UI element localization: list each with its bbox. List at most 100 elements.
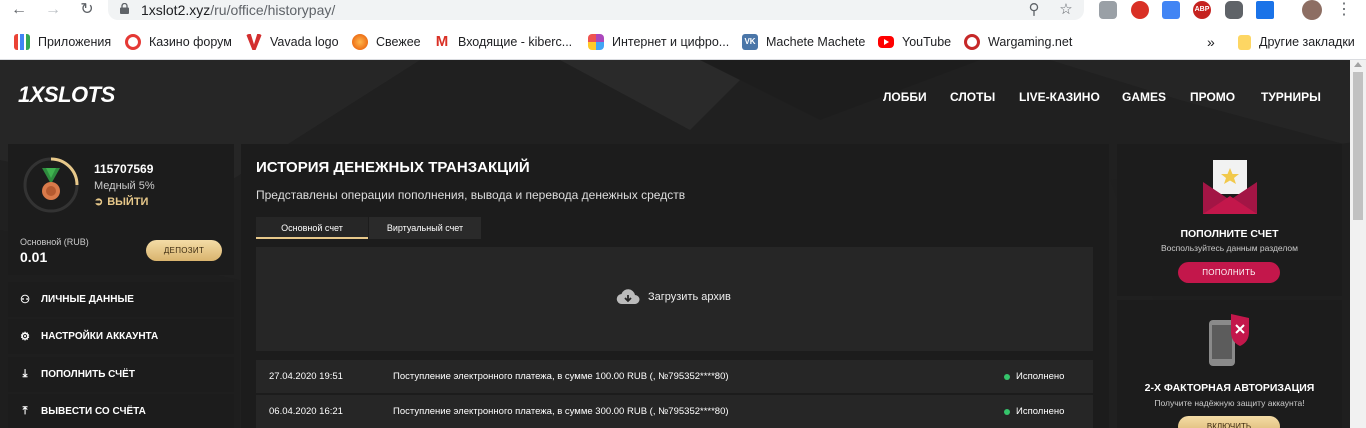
upload-icon: ⤒ bbox=[22, 405, 28, 417]
tx-status: Исполнено bbox=[1004, 371, 1064, 382]
svezhee-icon bbox=[352, 34, 368, 50]
cloud-download-icon bbox=[616, 289, 640, 305]
user-level: Медный 5% bbox=[94, 180, 155, 192]
vk-icon: VK bbox=[742, 34, 758, 50]
bookmark-casino-forum[interactable]: Казино форум bbox=[125, 33, 232, 51]
vavada-icon bbox=[246, 34, 262, 50]
reload-icon[interactable]: ↻ bbox=[76, 0, 98, 20]
status-dot-icon bbox=[1004, 373, 1010, 380]
logout-label: ВЫЙТИ bbox=[107, 195, 149, 208]
topup-subtitle: Воспользуйтесь данным разделом bbox=[1160, 243, 1299, 253]
puzzle-icon bbox=[588, 34, 604, 50]
twofa-subtitle: Получите надёжную защиту аккаунта! bbox=[1154, 398, 1305, 408]
menu-withdraw[interactable]: ⤒ ВЫВЕСТИ СО СЧЁТА bbox=[8, 394, 234, 428]
bookmark-label: Свежее bbox=[376, 35, 421, 49]
bookmark-label: Другие закладки bbox=[1259, 35, 1355, 49]
table-row: 27.04.2020 19:51 Поступление электронног… bbox=[256, 360, 1093, 393]
download-archive-button[interactable]: Загрузить архив bbox=[616, 288, 731, 306]
topup-button[interactable]: ПОПОЛНИТЬ bbox=[1178, 262, 1280, 283]
bookmark-label: Vavada logo bbox=[270, 35, 339, 49]
url-path: /ru/office/historypay/ bbox=[210, 2, 336, 18]
youtube-icon bbox=[878, 36, 894, 48]
menu-label: НАСТРОЙКИ АККАУНТА bbox=[41, 331, 159, 342]
download-icon: ⤓ bbox=[22, 368, 28, 380]
topup-promo-card: ПОПОЛНИТЕ СЧЕТ Воспользуйтесь данным раз… bbox=[1117, 144, 1342, 296]
tx-date: 27.04.2020 19:51 bbox=[269, 371, 343, 382]
medal-icon bbox=[23, 157, 79, 213]
back-icon[interactable]: ← bbox=[8, 0, 30, 20]
bookmarks-bar: Приложения Казино форум Vavada logo Свеж… bbox=[0, 22, 1366, 60]
bookmark-vavada[interactable]: Vavada logo bbox=[246, 33, 339, 51]
tab-main-account[interactable]: Основной счет bbox=[256, 217, 368, 239]
nav-slots[interactable]: СЛОТЫ bbox=[950, 90, 995, 104]
user-card: 115707569 Медный 5% ➲ ВЫЙТИ Основной (RUB… bbox=[8, 144, 234, 275]
vpn-extension-icon[interactable] bbox=[1256, 1, 1274, 19]
nav-games[interactable]: GAMES bbox=[1122, 90, 1166, 104]
bookmark-vk[interactable]: VK Machete Machete bbox=[742, 33, 865, 51]
balance-label: Основной (RUB) bbox=[20, 237, 89, 247]
menu-deposit[interactable]: ⤓ ПОПОЛНИТЬ СЧЁТ bbox=[8, 357, 234, 392]
tab-virtual-account[interactable]: Виртуальный счет bbox=[369, 217, 481, 239]
twofa-promo-card: 2-Х ФАКТОРНАЯ АВТОРИЗАЦИЯ Получите надёж… bbox=[1117, 300, 1342, 428]
bookmark-wargaming[interactable]: Wargaming.net bbox=[964, 33, 1072, 51]
site-header: 1XSLOTS ЛОББИ СЛОТЫ LIVE-КАЗИНО GAMES ПР… bbox=[0, 60, 1366, 134]
menu-account-settings[interactable]: ⚙ НАСТРОЙКИ АККАУНТА bbox=[8, 319, 234, 354]
bookmark-label: Интернет и цифро... bbox=[612, 35, 730, 49]
bookmark-label: YouTube bbox=[902, 35, 952, 49]
bookmark-label: Machete Machete bbox=[766, 35, 866, 49]
bookmark-label: Входящие - kiberc... bbox=[458, 35, 573, 49]
profile-avatar[interactable] bbox=[1302, 0, 1322, 20]
chat-extension-icon[interactable] bbox=[1099, 1, 1117, 19]
gears-icon: ⚙ bbox=[20, 331, 30, 343]
page-subtitle: Представлены операции пополнения, вывода… bbox=[256, 188, 686, 202]
address-bar[interactable]: 1xslot2.xyz/ru/office/historypay/ ⚲ ☆ bbox=[108, 0, 1084, 20]
bookmark-youtube[interactable]: YouTube bbox=[878, 33, 951, 51]
adblock-hand-icon[interactable] bbox=[1131, 1, 1149, 19]
scrollbar-thumb[interactable] bbox=[1353, 72, 1363, 220]
folder-icon bbox=[1238, 34, 1251, 50]
more-bookmarks-chevron[interactable]: » bbox=[1207, 33, 1215, 51]
menu-personal-data[interactable]: ⚇ ЛИЧНЫЕ ДАННЫЕ bbox=[8, 282, 234, 317]
archive-label: Загрузить архив bbox=[648, 291, 731, 303]
logout-link[interactable]: ➲ ВЫЙТИ bbox=[94, 195, 149, 209]
bookmark-label: Казино форум bbox=[149, 35, 232, 49]
abp-icon[interactable]: ABP bbox=[1193, 1, 1211, 19]
tx-status: Исполнено bbox=[1004, 406, 1064, 417]
twofa-title: 2-Х ФАКТОРНАЯ АВТОРИЗАЦИЯ bbox=[1144, 382, 1315, 394]
nav-lobby[interactable]: ЛОББИ bbox=[883, 90, 927, 104]
deposit-button[interactable]: ДЕПОЗИТ bbox=[146, 240, 222, 261]
url-host: 1xslot2.xyz bbox=[141, 2, 211, 18]
menu-label: ПОПОЛНИТЬ СЧЁТ bbox=[41, 369, 135, 380]
wargaming-icon bbox=[964, 34, 980, 50]
user-plus-icon: ⚇ bbox=[20, 294, 30, 306]
bookmark-svezhee[interactable]: Свежее bbox=[352, 33, 421, 51]
envelope-star-icon bbox=[1203, 160, 1257, 214]
translate-icon[interactable] bbox=[1162, 1, 1180, 19]
nav-live-casino[interactable]: LIVE-КАЗИНО bbox=[1019, 90, 1100, 104]
bookmark-inbox[interactable]: M Входящие - kiberc... bbox=[434, 33, 572, 51]
scroll-up-icon[interactable] bbox=[1354, 62, 1362, 67]
status-label: Исполнено bbox=[1016, 406, 1065, 417]
logout-icon: ➲ bbox=[94, 196, 104, 208]
binoculars-icon[interactable] bbox=[1225, 1, 1243, 19]
site-logo[interactable]: 1XSLOTS bbox=[18, 82, 115, 108]
nav-tournaments[interactable]: ТУРНИРЫ bbox=[1261, 90, 1321, 104]
bookmark-star-icon[interactable]: ☆ bbox=[1057, 1, 1075, 19]
nav-promo[interactable]: ПРОМО bbox=[1190, 90, 1235, 104]
forward-icon[interactable]: → bbox=[42, 0, 64, 20]
bookmark-internet[interactable]: Интернет и цифро... bbox=[588, 33, 729, 51]
lock-icon bbox=[120, 3, 129, 14]
topup-title: ПОПОЛНИТЕ СЧЕТ bbox=[1180, 228, 1279, 240]
other-bookmarks-folder[interactable]: Другие закладки bbox=[1238, 33, 1355, 51]
tx-description: Поступление электронного платежа, в сумм… bbox=[393, 371, 729, 382]
browser-toolbar: ← → ↻ 1xslot2.xyz/ru/office/historypay/ … bbox=[0, 0, 1366, 22]
menu-label: ЛИЧНЫЕ ДАННЫЕ bbox=[41, 294, 134, 305]
bookmark-apps[interactable]: Приложения bbox=[14, 33, 111, 51]
bookmark-label: Wargaming.net bbox=[988, 35, 1073, 49]
zoom-icon[interactable]: ⚲ bbox=[1025, 1, 1043, 19]
twofa-enable-button[interactable]: ВКЛЮЧИТЬ bbox=[1178, 416, 1280, 428]
user-id: 115707569 bbox=[94, 162, 154, 176]
page-scrollbar[interactable] bbox=[1350, 60, 1366, 428]
menu-kebab-icon[interactable]: ⋮ bbox=[1333, 0, 1355, 20]
page-title: ИСТОРИЯ ДЕНЕЖНЫХ ТРАНЗАКЦИЙ bbox=[256, 159, 530, 176]
